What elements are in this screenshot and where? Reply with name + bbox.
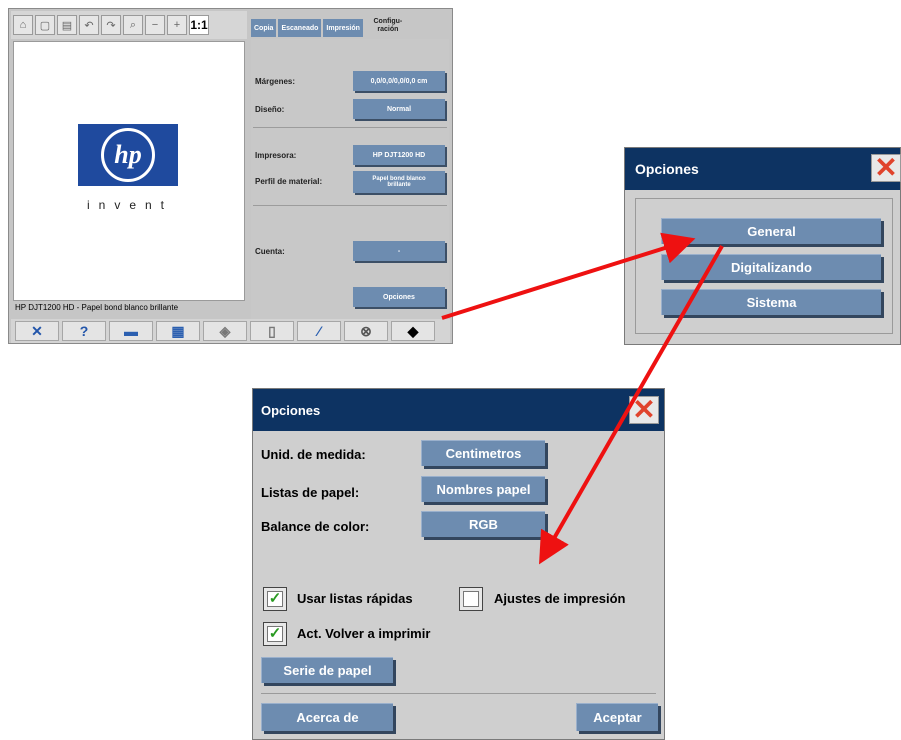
arrow-to-general-dialog — [539, 245, 724, 565]
arrow-to-general — [441, 232, 696, 320]
callout-arrows — [441, 232, 724, 565]
